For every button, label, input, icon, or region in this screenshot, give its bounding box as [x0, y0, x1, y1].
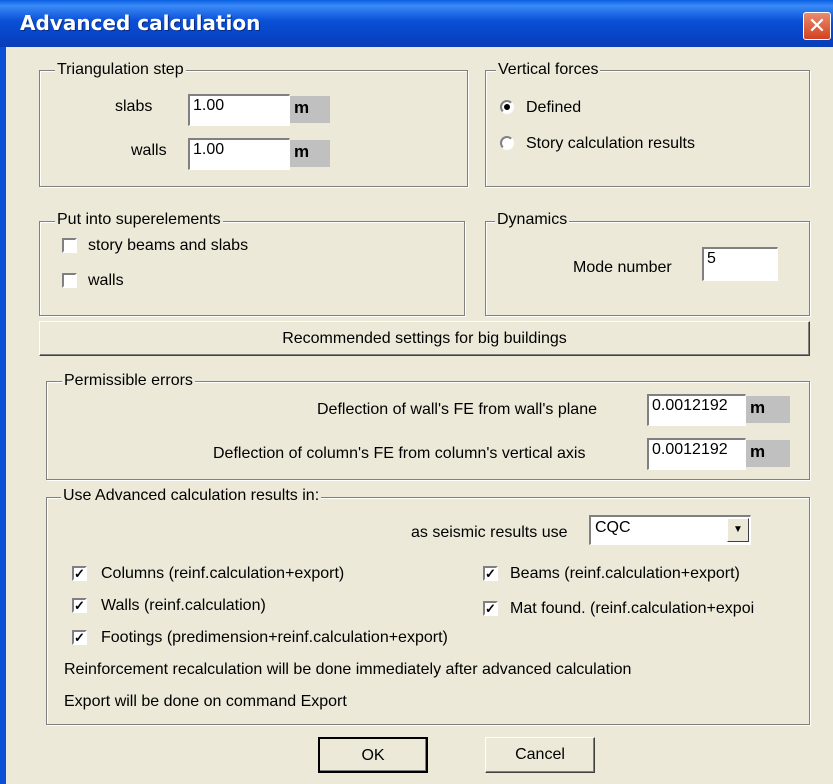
radio-story-results[interactable] — [500, 136, 514, 150]
wall-deflection-input[interactable]: 0.0012192 — [647, 394, 746, 426]
walls-label: walls — [131, 142, 167, 159]
superelements-group — [39, 221, 465, 316]
radio-defined-label[interactable]: Defined — [526, 99, 581, 117]
column-deflection-input[interactable]: 0.0012192 — [647, 438, 746, 470]
wall-deflection-unit: m — [746, 396, 790, 423]
beams-label[interactable]: Beams (reinf.calculation+export) — [510, 565, 740, 583]
story-beams-label[interactable]: story beams and slabs — [88, 237, 248, 255]
wall-deflection-label: Deflection of wall's FE from wall's plan… — [317, 401, 597, 418]
slabs-label: slabs — [115, 98, 153, 115]
walls-step-input[interactable]: 1.00 — [188, 138, 290, 170]
dynamics-label: Dynamics — [495, 211, 570, 229]
triangulation-step-label: Triangulation step — [55, 61, 186, 79]
slabs-unit: m — [290, 96, 330, 123]
column-deflection-label: Deflection of column's FE from column's … — [213, 445, 586, 462]
story-beams-checkbox[interactable] — [62, 238, 77, 253]
column-deflection-unit: m — [746, 440, 790, 467]
walls-unit: m — [290, 140, 330, 167]
reinforcement-note: Reinforcement recalculation will be done… — [64, 661, 632, 678]
close-icon: ✕ — [807, 14, 827, 39]
walls-results-label[interactable]: Walls (reinf.calculation) — [101, 597, 266, 615]
cancel-button[interactable]: Cancel — [485, 737, 595, 773]
walls-results-checkbox[interactable]: ✓ — [72, 598, 87, 613]
radio-defined[interactable] — [500, 100, 514, 114]
vertical-forces-label: Vertical forces — [496, 61, 601, 79]
columns-checkbox[interactable]: ✓ — [72, 566, 87, 581]
permissible-errors-label: Permissible errors — [62, 372, 195, 390]
advanced-results-label: Use Advanced calculation results in: — [61, 487, 322, 505]
advanced-calculation-dialog: Advanced calculation ✕ Triangulation ste… — [0, 0, 833, 784]
seismic-results-select[interactable]: CQC ▼ — [589, 515, 751, 545]
close-button[interactable]: ✕ — [803, 12, 831, 40]
mode-number-label: Mode number — [573, 259, 672, 276]
seismic-results-label: as seismic results use — [411, 524, 568, 541]
chevron-down-icon[interactable]: ▼ — [727, 518, 749, 542]
slabs-step-input[interactable]: 1.00 — [188, 94, 290, 126]
title-bar[interactable]: Advanced calculation ✕ — [0, 0, 833, 47]
vertical-forces-group — [485, 70, 810, 187]
beams-checkbox[interactable]: ✓ — [483, 566, 498, 581]
footings-checkbox[interactable]: ✓ — [72, 630, 87, 645]
superelements-label: Put into superelements — [55, 211, 223, 229]
mat-found-checkbox[interactable]: ✓ — [483, 601, 498, 616]
seismic-results-value: CQC — [595, 519, 631, 536]
walls-superelement-label[interactable]: walls — [88, 272, 124, 290]
window-title: Advanced calculation — [20, 11, 261, 35]
radio-selected-dot — [504, 104, 510, 110]
walls-superelement-checkbox[interactable] — [62, 273, 77, 288]
footings-label[interactable]: Footings (predimension+reinf.calculation… — [101, 629, 448, 647]
columns-label[interactable]: Columns (reinf.calculation+export) — [101, 565, 344, 583]
export-note: Export will be done on command Export — [64, 693, 347, 710]
window-border — [0, 47, 6, 784]
ok-button[interactable]: OK — [318, 737, 428, 773]
mat-found-label[interactable]: Mat found. (reinf.calculation+expoi — [510, 600, 792, 618]
recommended-settings-button[interactable]: Recommended settings for big buildings — [39, 321, 810, 356]
radio-story-results-label[interactable]: Story calculation results — [526, 135, 695, 153]
mode-number-input[interactable]: 5 — [702, 247, 778, 281]
